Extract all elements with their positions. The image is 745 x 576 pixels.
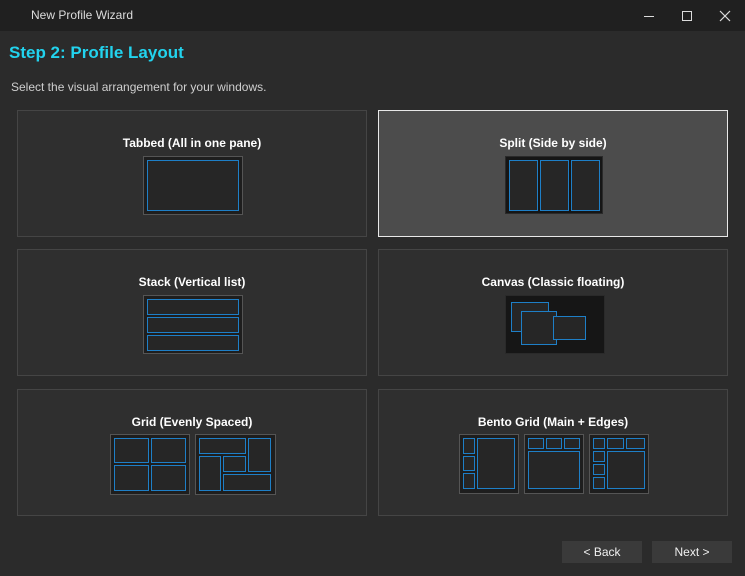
preview-pane	[593, 438, 605, 449]
layout-option-canvas[interactable]: Canvas (Classic floating)	[378, 249, 728, 376]
close-icon	[719, 10, 731, 21]
close-button[interactable]	[705, 0, 745, 31]
layout-option-tabbed[interactable]: Tabbed (All in one pane)	[17, 110, 367, 237]
preview-pane	[553, 316, 586, 340]
window-title: New Profile Wizard	[31, 8, 134, 22]
preview-pane	[607, 438, 624, 449]
wizard-content: Step 2: Profile Layout Select the visual…	[0, 31, 745, 576]
preview-pane	[528, 438, 544, 449]
grid-preview-mixed	[195, 434, 276, 495]
preview-pane	[593, 464, 605, 475]
preview-pane	[223, 474, 271, 491]
preview-pane	[477, 438, 515, 489]
preview-pane	[147, 299, 239, 315]
maximize-icon	[682, 10, 692, 21]
preview-pane	[114, 438, 149, 463]
page-subtitle: Select the visual arrangement for your w…	[11, 80, 267, 94]
preview-pane	[147, 317, 239, 333]
layout-label: Split (Side by side)	[499, 136, 607, 150]
preview-pane	[546, 438, 562, 449]
preview-pane	[199, 456, 221, 491]
preview-pane	[564, 438, 580, 449]
preview-pane	[147, 335, 239, 351]
layout-label: Stack (Vertical list)	[138, 275, 246, 289]
canvas-preview	[505, 295, 605, 354]
next-button[interactable]: Next >	[652, 541, 732, 563]
preview-pane	[223, 456, 246, 472]
preview-pane	[571, 160, 600, 211]
preview-pane	[151, 465, 186, 491]
page-title: Step 2: Profile Layout	[9, 43, 184, 62]
preview-pane	[114, 465, 149, 491]
preview-pane	[151, 438, 186, 463]
layout-option-split[interactable]: Split (Side by side)	[378, 110, 728, 237]
preview-pane	[626, 438, 645, 449]
back-button[interactable]: < Back	[562, 541, 642, 563]
grid-preview-even	[110, 434, 190, 495]
preview-pane	[248, 438, 271, 472]
bento-preview-left	[459, 434, 519, 494]
preview-pane	[463, 473, 475, 489]
split-preview	[505, 156, 603, 214]
preview-pane	[509, 160, 538, 211]
preview-pane	[593, 477, 605, 489]
layout-option-bento[interactable]: Bento Grid (Main + Edges)	[378, 389, 728, 516]
tabbed-preview	[143, 156, 243, 215]
preview-pane	[540, 160, 569, 211]
stack-preview	[143, 295, 243, 354]
layout-option-grid[interactable]: Grid (Evenly Spaced)	[17, 389, 367, 516]
bento-preview-top	[524, 434, 584, 494]
minimize-button[interactable]	[629, 0, 669, 31]
preview-pane	[199, 438, 246, 454]
preview-pane	[607, 451, 645, 489]
preview-pane	[593, 451, 605, 462]
layout-label: Bento Grid (Main + Edges)	[477, 415, 629, 429]
preview-pane	[528, 451, 580, 489]
maximize-button[interactable]	[667, 0, 707, 31]
layout-label: Grid (Evenly Spaced)	[131, 415, 253, 429]
bento-preview-corner	[589, 434, 649, 494]
layout-label: Tabbed (All in one pane)	[122, 136, 262, 150]
title-bar: New Profile Wizard	[0, 0, 745, 31]
layout-option-stack[interactable]: Stack (Vertical list)	[17, 249, 367, 376]
minimize-icon	[644, 15, 654, 17]
layout-label: Canvas (Classic floating)	[481, 275, 625, 289]
preview-pane	[521, 311, 557, 345]
preview-pane	[463, 456, 475, 471]
preview-pane	[147, 160, 239, 211]
preview-pane	[463, 438, 475, 454]
